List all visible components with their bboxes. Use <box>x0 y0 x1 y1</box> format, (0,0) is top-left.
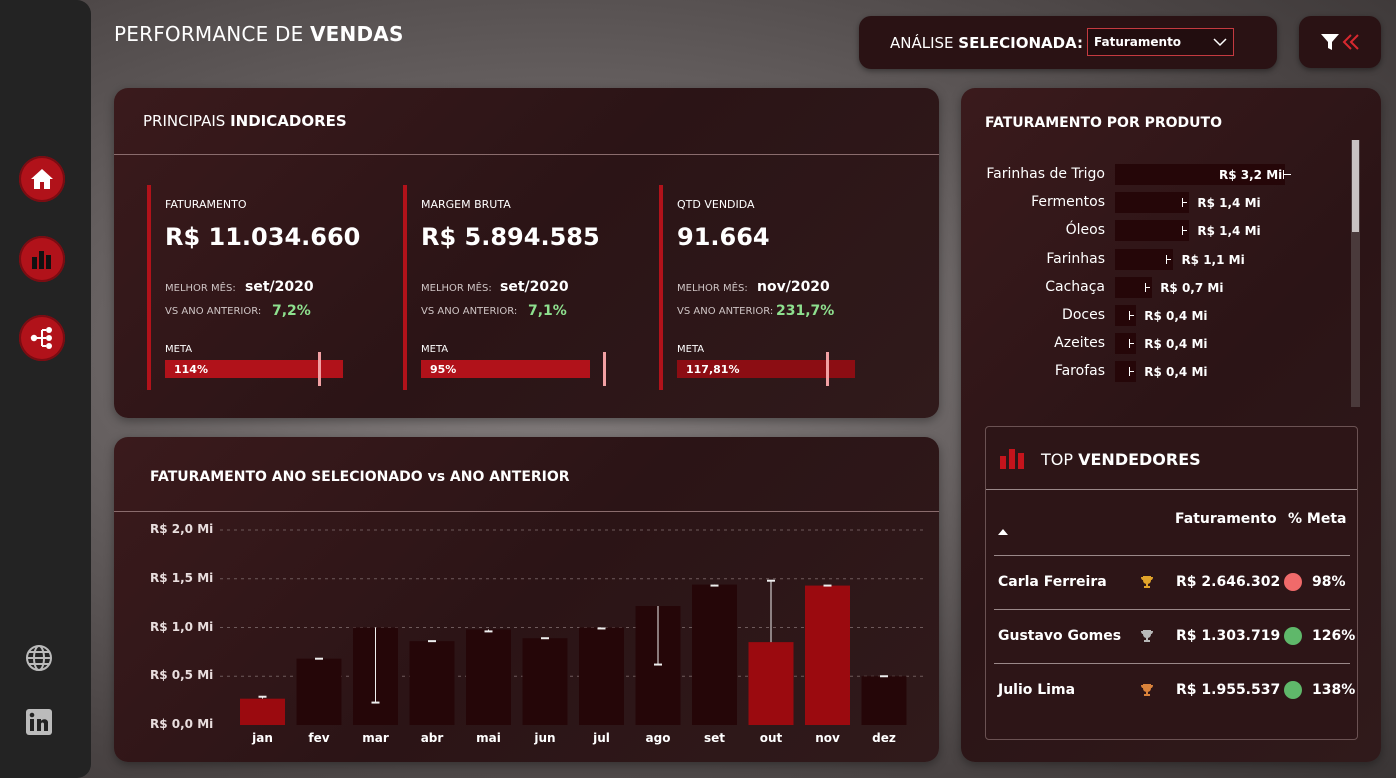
vendor-meta-percent: 126% <box>1312 628 1356 644</box>
bar-nov[interactable] <box>805 585 850 725</box>
product-error-bar <box>1129 339 1135 349</box>
x-tick-label: mar <box>362 731 389 745</box>
vendor-row[interactable]: Gustavo Gomes R$ 1.303.719 126% <box>994 609 1355 662</box>
y-tick-label: R$ 2,0 Mi <box>150 522 214 536</box>
vendor-revenue: R$ 1.955.537 <box>1176 682 1281 698</box>
vendor-meta-percent: 98% <box>1312 574 1346 590</box>
product-row[interactable]: Fermentos R$ 1,4 Mi <box>985 192 1345 214</box>
vendor-name: Carla Ferreira <box>998 574 1107 590</box>
x-tick-label: ago <box>645 731 671 745</box>
column-header-faturamento[interactable]: Faturamento <box>1175 511 1277 527</box>
divider <box>986 489 1357 490</box>
vendor-revenue: R$ 1.303.719 <box>1176 628 1281 644</box>
product-row[interactable]: Farofas R$ 0,4 Mi <box>985 361 1345 383</box>
product-error-bar <box>1283 170 1291 179</box>
product-error-bar <box>1182 198 1188 208</box>
product-row[interactable]: Farinhas de Trigo R$ 3,2 Mi <box>985 164 1345 186</box>
scrollbar-thumb[interactable] <box>1352 140 1359 232</box>
bar-set[interactable] <box>692 584 737 725</box>
y-tick-label: R$ 0,5 Mi <box>150 668 214 683</box>
product-error-bar <box>1182 226 1188 236</box>
status-dot <box>1284 573 1302 591</box>
bar-jan[interactable] <box>240 698 285 725</box>
y-tick-label: R$ 1,0 Mi <box>150 619 214 634</box>
product-name: Farinhas <box>1046 250 1105 267</box>
top-vendors-card: TOP VENDEDORES Faturamento % Meta Carla … <box>985 426 1358 740</box>
product-value: R$ 1,4 Mi <box>1197 224 1261 239</box>
vendor-name: Julio Lima <box>998 682 1076 698</box>
bar-chart-icon <box>1000 449 1024 469</box>
product-row[interactable]: Cachaça R$ 0,7 Mi <box>985 276 1345 299</box>
trophy-icon <box>1141 576 1153 588</box>
trophy-icon <box>1141 630 1153 642</box>
x-tick-label: out <box>759 731 783 745</box>
x-tick-label: jan <box>252 731 273 745</box>
vendor-revenue: R$ 2.646.302 <box>1176 574 1281 590</box>
column-header-meta[interactable]: % Meta <box>1288 511 1346 527</box>
product-row[interactable]: Azeites R$ 0,4 Mi <box>985 333 1345 355</box>
product-value: R$ 0,4 Mi <box>1144 309 1208 323</box>
status-dot <box>1284 681 1302 699</box>
x-tick-label: nov <box>815 731 840 745</box>
x-tick-label: dez <box>872 731 896 745</box>
product-name: Doces <box>1062 307 1105 323</box>
bar-dez[interactable] <box>861 676 907 725</box>
product-name: Cachaça <box>1045 278 1105 295</box>
products-title: FATURAMENTO POR PRODUTO <box>985 115 1222 131</box>
product-bar <box>1115 220 1190 242</box>
y-tick-label: R$ 0,0 Mi <box>150 717 214 731</box>
vendor-name: Gustavo Gomes <box>998 628 1122 644</box>
bar-mai[interactable] <box>466 629 511 725</box>
product-value: R$ 0,4 Mi <box>1144 337 1208 352</box>
product-row[interactable]: Farinhas R$ 1,1 Mi <box>985 248 1345 271</box>
trophy-icon <box>1141 684 1153 696</box>
status-dot <box>1284 627 1302 645</box>
product-error-bar <box>1129 367 1135 377</box>
vendor-row[interactable]: Julio Lima R$ 1.955.537 138% <box>994 663 1355 716</box>
vendor-meta-percent: 138% <box>1312 682 1356 698</box>
product-value: R$ 1,1 Mi <box>1181 252 1245 267</box>
product-row[interactable]: Óleos R$ 1,4 Mi <box>985 220 1345 242</box>
bar-fev[interactable] <box>296 658 342 725</box>
x-tick-label: fev <box>308 731 330 745</box>
product-bar <box>1115 192 1190 214</box>
vendors-title: TOP VENDEDORES <box>1041 450 1201 469</box>
x-tick-label: jul <box>593 731 610 745</box>
bar-jul[interactable] <box>579 627 624 726</box>
product-value: R$ 1,4 Mi <box>1197 196 1261 211</box>
vendor-row[interactable]: Carla Ferreira R$ 2.646.302 98% <box>994 555 1350 608</box>
product-name: Farofas <box>1054 363 1105 380</box>
product-value: R$ 0,7 Mi <box>1160 280 1224 295</box>
product-error-bar <box>1145 282 1151 292</box>
product-bar <box>1115 248 1174 270</box>
x-tick-label: abr <box>420 731 444 745</box>
x-tick-label: jun <box>534 731 556 745</box>
product-name: Farinhas de Trigo <box>986 166 1105 182</box>
product-name: Fermentos <box>1031 194 1105 211</box>
x-tick-label: set <box>703 731 726 745</box>
sort-ascending-icon[interactable] <box>998 529 1008 535</box>
product-error-bar <box>1166 254 1172 264</box>
x-tick-label: mai <box>476 731 501 745</box>
product-scrollbar[interactable] <box>1351 140 1360 407</box>
bar-out[interactable] <box>748 642 794 725</box>
product-value: R$ 0,4 Mi <box>1144 365 1208 380</box>
product-name: Azeites <box>1054 335 1105 352</box>
bar-jun[interactable] <box>522 638 568 725</box>
product-error-bar <box>1129 311 1135 320</box>
y-tick-label: R$ 1,5 Mi <box>150 570 214 585</box>
product-row[interactable]: Doces R$ 0,4 Mi <box>985 305 1345 327</box>
bar-abr[interactable] <box>409 641 455 725</box>
product-name: Óleos <box>1065 222 1105 239</box>
product-value: R$ 3,2 Mi <box>1219 168 1283 182</box>
